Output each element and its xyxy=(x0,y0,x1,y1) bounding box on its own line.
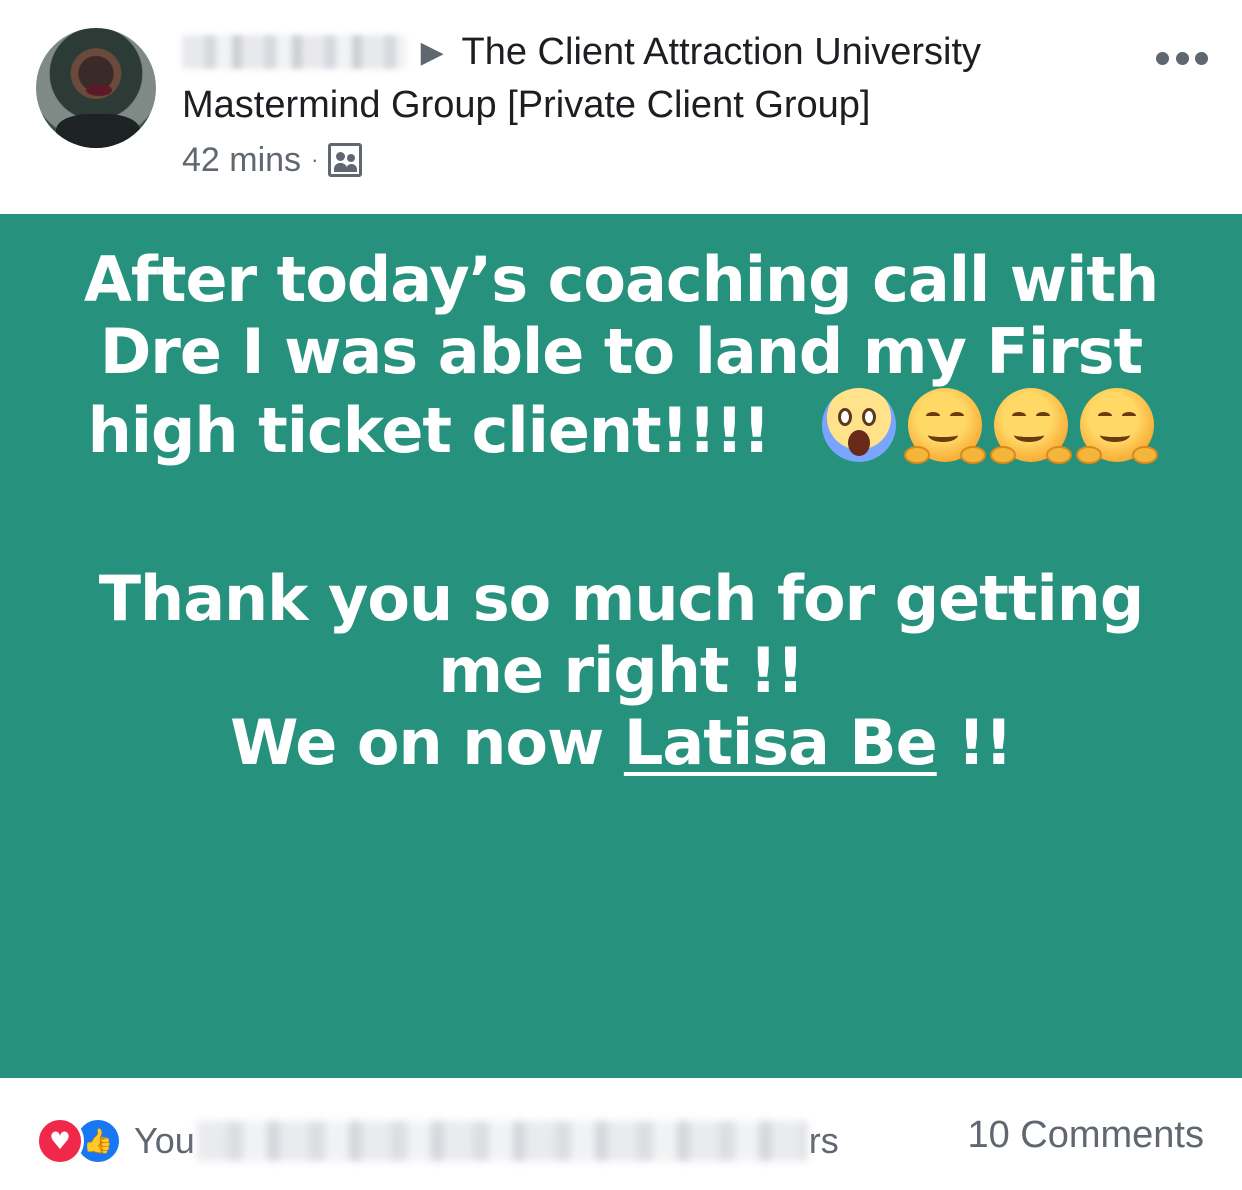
post-text: After today’s coaching call with Dre I w… xyxy=(40,244,1202,779)
more-options-icon[interactable] xyxy=(1156,48,1208,68)
post-timestamp[interactable]: 42 mins xyxy=(182,141,301,180)
arrow-right-icon: ▶ xyxy=(420,36,444,69)
reactor-names-redacted xyxy=(196,1121,807,1161)
reactions-suffix: rs xyxy=(808,1120,839,1161)
reactions-summary[interactable]: ♥ 👍 You rs xyxy=(36,1117,839,1165)
hugging-emoji-icon xyxy=(1076,388,1159,464)
love-reaction-icon: ♥ xyxy=(36,1117,84,1165)
post-body-card: After today’s coaching call with Dre I w… xyxy=(0,214,1242,1078)
comments-count-link[interactable]: 10 Comments xyxy=(967,1114,1204,1157)
post-meta: 42 mins · xyxy=(182,138,363,182)
hugging-emoji-icon xyxy=(990,388,1073,464)
post-paragraph-1: After today’s coaching call with Dre I w… xyxy=(40,244,1202,467)
author-avatar[interactable] xyxy=(36,28,156,148)
group-audience-icon xyxy=(328,143,363,177)
hugging-emoji-icon xyxy=(904,388,987,464)
reactions-text[interactable]: You rs xyxy=(134,1120,839,1162)
mention-link[interactable]: Latisa Be xyxy=(624,706,938,779)
author-name-redacted[interactable] xyxy=(182,35,406,69)
post-header: ▶ The Client Attraction University Maste… xyxy=(0,0,1242,214)
post-line-3-suffix: !! xyxy=(957,706,1013,779)
post-paragraph-2: Thank you so much for getting me right !… xyxy=(40,563,1202,779)
meta-separator: · xyxy=(311,147,319,172)
post-line-2: Thank you so much for getting me right !… xyxy=(98,562,1144,707)
scream-emoji-icon xyxy=(822,388,897,462)
avatar-shirt xyxy=(56,114,140,148)
reactions-prefix: You xyxy=(134,1120,195,1161)
post-line-3-prefix: We on now xyxy=(230,706,604,779)
avatar-lips xyxy=(86,84,112,96)
emoji-group xyxy=(822,388,1159,464)
post-title-line: ▶ The Client Attraction University Maste… xyxy=(182,26,1142,131)
